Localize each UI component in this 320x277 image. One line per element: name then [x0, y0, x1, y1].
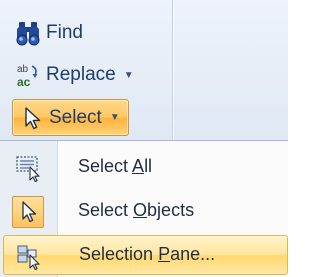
- select-button[interactable]: Select ▼: [12, 99, 129, 136]
- menu-item-select-all[interactable]: Select All: [0, 147, 288, 189]
- label-text: Selection: [79, 244, 159, 264]
- replace-button[interactable]: ab ac Replace ▼: [14, 59, 134, 91]
- select-label: Select: [49, 106, 102, 128]
- group-divider: [172, 0, 173, 140]
- label-text: Select: [78, 200, 134, 220]
- replace-label: Replace: [46, 64, 116, 85]
- select-dropdown-menu: Select All Select Objects Selection Pane…: [0, 140, 288, 277]
- ribbon-editing-group: Find ab ac Replace ▼ Select ▼: [0, 0, 288, 140]
- svg-text:ab: ab: [17, 64, 29, 75]
- label-text: ane...: [170, 244, 216, 264]
- svg-text:ac: ac: [17, 75, 31, 89]
- select-all-label: Select All: [78, 156, 152, 177]
- caret-down-icon: ▼: [109, 112, 120, 123]
- binoculars-icon: [14, 19, 42, 47]
- access-key: O: [133, 200, 148, 220]
- access-key: A: [132, 156, 145, 176]
- find-button[interactable]: Find: [14, 17, 83, 49]
- select-objects-label: Select Objects: [78, 200, 194, 221]
- label-text: Select: [78, 156, 133, 176]
- find-label: Find: [46, 22, 83, 43]
- pointer-arrow-icon: [17, 104, 45, 132]
- menu-item-selection-pane[interactable]: Selection Pane...: [3, 235, 288, 275]
- access-key: P: [158, 244, 171, 264]
- select-all-icon: [12, 152, 44, 184]
- label-text: ll: [144, 156, 153, 176]
- selection-pane-icon: [13, 240, 45, 272]
- label-text: bjects: [147, 200, 195, 220]
- selection-pane-label: Selection Pane...: [79, 244, 215, 265]
- menu-item-select-objects[interactable]: Select Objects: [0, 191, 288, 233]
- editing-group-screenshot: Find ab ac Replace ▼ Select ▼ Select All…: [0, 0, 288, 277]
- caret-down-icon: ▼: [123, 69, 134, 81]
- replace-abc-icon: ab ac: [14, 61, 42, 89]
- select-objects-icon: [12, 196, 44, 228]
